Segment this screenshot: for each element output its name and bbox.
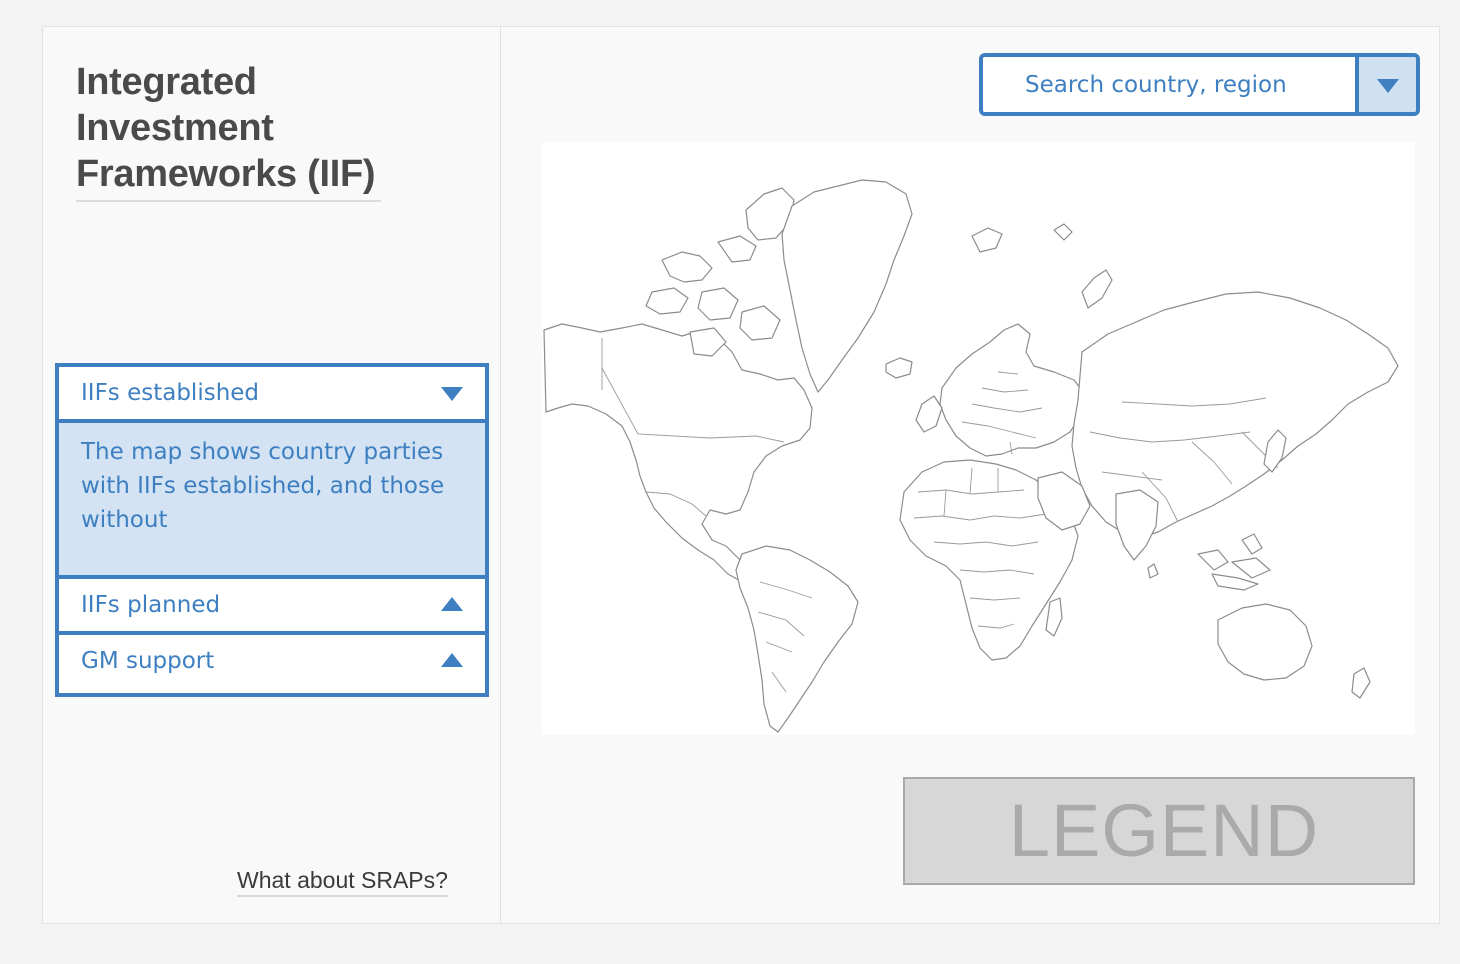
madagascar bbox=[1045, 597, 1063, 637]
accordion-body-iifs-established: The map shows country parties with IIFs … bbox=[59, 423, 485, 575]
triangle-down-icon bbox=[1377, 79, 1399, 93]
iif-map-panel: Integrated Investment Frameworks (IIF) I… bbox=[42, 26, 1440, 924]
accordion-header-gm-support[interactable]: GM support bbox=[59, 635, 485, 693]
accordion-header-label: IIFs established bbox=[81, 380, 260, 406]
accordion-header-label: IIFs planned bbox=[81, 592, 221, 618]
accordion-header-label: GM support bbox=[81, 648, 215, 674]
australia bbox=[1217, 603, 1313, 681]
greenland bbox=[781, 179, 913, 393]
indicator-accordion: IIFs established The map shows country p… bbox=[55, 363, 489, 697]
franz-josef bbox=[1053, 223, 1073, 241]
accordion-header-iifs-established[interactable]: IIFs established bbox=[59, 367, 485, 419]
world-map-svg[interactable] bbox=[542, 142, 1415, 735]
south-america bbox=[735, 545, 859, 733]
uk-ireland bbox=[915, 395, 943, 433]
arctic-islands bbox=[645, 187, 795, 357]
triangle-up-icon bbox=[441, 597, 463, 611]
accordion-header-iifs-planned[interactable]: IIFs planned bbox=[59, 579, 485, 631]
srap-link[interactable]: What about SRAPs? bbox=[237, 867, 448, 897]
country-search bbox=[979, 53, 1420, 116]
novaya-zemlya bbox=[1081, 269, 1113, 309]
europe bbox=[939, 323, 1087, 457]
search-input[interactable] bbox=[983, 57, 1355, 112]
sidebar: Integrated Investment Frameworks (IIF) I… bbox=[43, 27, 501, 923]
se-asia-islands bbox=[1197, 533, 1271, 591]
search-dropdown-button[interactable] bbox=[1355, 57, 1416, 112]
iceland bbox=[885, 357, 913, 379]
svalbard bbox=[971, 227, 1003, 253]
world-map[interactable] bbox=[542, 142, 1415, 735]
new-zealand bbox=[1351, 667, 1371, 699]
sri-lanka bbox=[1147, 563, 1159, 579]
triangle-up-icon bbox=[441, 653, 463, 667]
page-title: Integrated Investment Frameworks (IIF) bbox=[76, 61, 376, 195]
india bbox=[1115, 489, 1159, 561]
legend-button[interactable]: LEGEND bbox=[903, 777, 1415, 885]
triangle-down-icon bbox=[441, 387, 463, 401]
title-underline bbox=[76, 200, 381, 202]
